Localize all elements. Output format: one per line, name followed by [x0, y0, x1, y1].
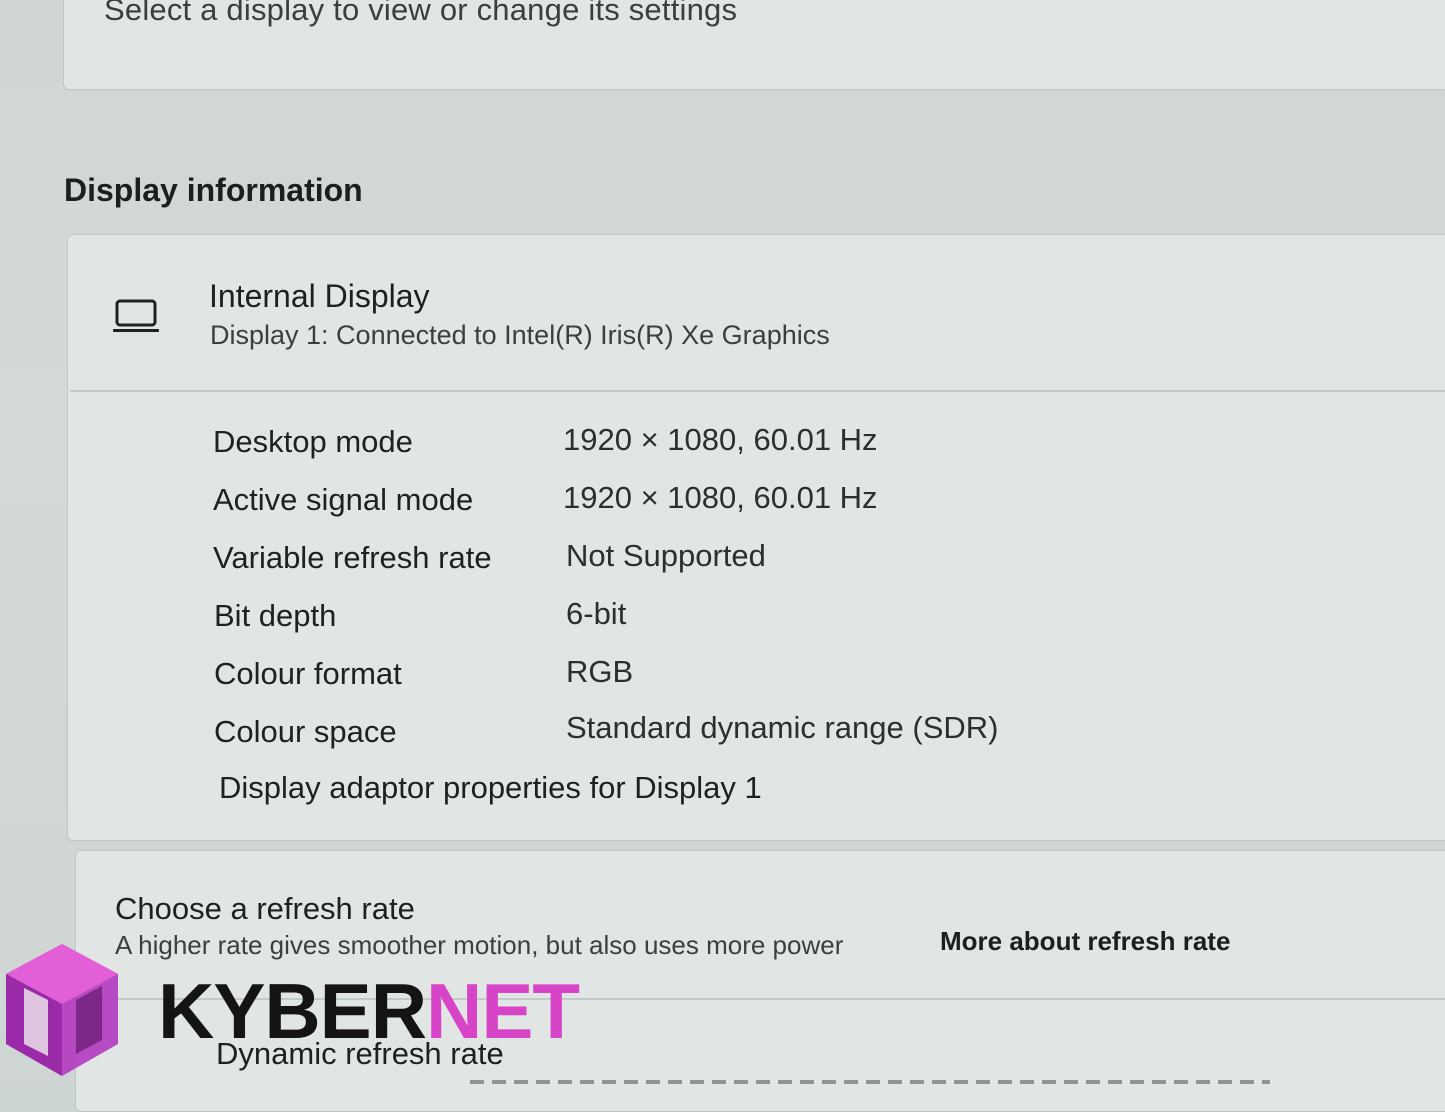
settings-screen: Select a display to view or change its s…	[0, 0, 1445, 1112]
more-about-refresh-rate-link[interactable]: More about refresh rate	[940, 926, 1230, 957]
variable-refresh-rate-value: Not Supported	[566, 538, 766, 573]
wordmark-dark-part: KYBER	[158, 967, 427, 1055]
bit-depth-label: Bit depth	[214, 598, 337, 633]
laptop-icon	[113, 299, 159, 332]
display-name: Internal Display	[209, 278, 430, 314]
desktop-mode-value: 1920 × 1080, 60.01 Hz	[563, 422, 878, 457]
colour-space-value: Standard dynamic range (SDR)	[566, 710, 999, 745]
display-information-heading: Display information	[64, 172, 363, 208]
select-display-prompt: Select a display to view or change its s…	[104, 0, 738, 27]
wordmark-accent-part: NET	[426, 967, 580, 1055]
display-information-divider	[70, 390, 1445, 392]
desktop-mode-label: Desktop mode	[213, 424, 413, 459]
active-signal-mode-label: Active signal mode	[213, 482, 474, 517]
colour-space-label: Colour space	[214, 714, 397, 749]
display-adaptor-properties-link[interactable]: Display adaptor properties for Display 1	[219, 770, 762, 806]
cut-off-description-line	[470, 1074, 1270, 1088]
colour-format-label: Colour format	[214, 656, 402, 691]
kybernet-watermark: KYBERNET	[0, 938, 580, 1084]
colour-format-value: RGB	[566, 654, 634, 689]
refresh-rate-title: Choose a refresh rate	[115, 891, 415, 926]
display-subtitle: Display 1: Connected to Intel(R) Iris(R)…	[210, 320, 830, 350]
kybernet-wordmark: KYBERNET	[158, 972, 580, 1050]
variable-refresh-rate-label: Variable refresh rate	[213, 540, 492, 575]
kybernet-logo-icon	[6, 944, 118, 1076]
active-signal-mode-value: 1920 × 1080, 60.01 Hz	[563, 480, 878, 515]
bit-depth-value: 6-bit	[566, 596, 627, 631]
